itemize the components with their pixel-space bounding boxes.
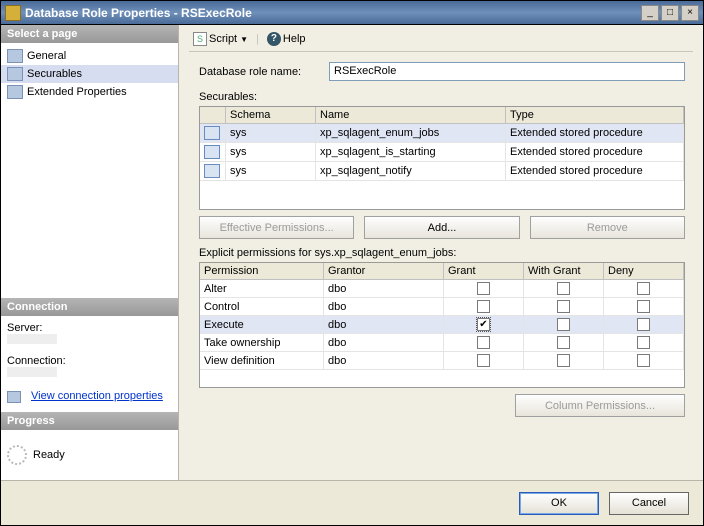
connection-header: Connection [1, 298, 178, 316]
grant-checkbox[interactable] [477, 318, 490, 331]
maximize-button[interactable]: □ [661, 5, 679, 21]
perm-row[interactable]: Control dbo [200, 298, 684, 316]
perm-row[interactable]: Alter dbo [200, 280, 684, 298]
page-icon [7, 49, 23, 63]
col-with-grant[interactable]: With Grant [524, 263, 604, 279]
sidebar-item-label: Securables [27, 68, 82, 80]
withgrant-checkbox[interactable] [557, 336, 570, 349]
sp-icon [204, 126, 220, 140]
role-name-field: RSExecRole [329, 62, 685, 81]
col-schema[interactable]: Schema [226, 107, 316, 123]
col-deny[interactable]: Deny [604, 263, 684, 279]
securable-row[interactable]: sys xp_sqlagent_enum_jobs Extended store… [200, 124, 684, 143]
server-value [7, 334, 57, 344]
chevron-down-icon: ▼ [240, 35, 248, 44]
cancel-button[interactable]: Cancel [609, 492, 689, 515]
permissions-grid[interactable]: Permission Grantor Grant With Grant Deny… [199, 262, 685, 388]
grant-checkbox[interactable] [477, 282, 490, 295]
role-name-label: Database role name: [199, 66, 329, 78]
connection-value [7, 367, 57, 377]
withgrant-checkbox[interactable] [557, 318, 570, 331]
col-grant[interactable]: Grant [444, 263, 524, 279]
close-button[interactable]: × [681, 5, 699, 21]
sidebar-item-securables[interactable]: Securables [1, 65, 178, 83]
sidebar-item-general[interactable]: General [1, 47, 178, 65]
perm-row[interactable]: View definition dbo [200, 352, 684, 370]
remove-button[interactable]: Remove [530, 216, 685, 239]
withgrant-checkbox[interactable] [557, 282, 570, 295]
deny-checkbox[interactable] [637, 336, 650, 349]
progress-status: Ready [33, 449, 65, 461]
grant-checkbox[interactable] [477, 336, 490, 349]
server-label: Server: [7, 322, 172, 334]
withgrant-checkbox[interactable] [557, 354, 570, 367]
securable-row[interactable]: sys xp_sqlagent_is_starting Extended sto… [200, 143, 684, 162]
content: Select a page General Securables Extende… [1, 25, 703, 480]
col-type[interactable]: Type [506, 107, 684, 123]
role-icon [5, 5, 21, 21]
connection-label: Connection: [7, 355, 172, 367]
grant-checkbox[interactable] [477, 300, 490, 313]
link-icon [7, 391, 21, 403]
progress-spinner-icon [7, 445, 27, 465]
column-permissions-button[interactable]: Column Permissions... [515, 394, 685, 417]
view-connection-properties-link[interactable]: View connection properties [31, 390, 163, 402]
script-button[interactable]: SScript▼ [189, 31, 252, 47]
deny-checkbox[interactable] [637, 318, 650, 331]
help-icon: ? [267, 32, 281, 46]
securables-grid[interactable]: Schema Name Type sys xp_sqlagent_enum_jo… [199, 106, 685, 210]
page-icon [7, 67, 23, 81]
col-permission[interactable]: Permission [200, 263, 324, 279]
footer: OK Cancel [1, 480, 703, 525]
securables-label: Securables: [199, 91, 693, 103]
sidebar-item-label: Extended Properties [27, 86, 127, 98]
securable-row[interactable]: sys xp_sqlagent_notify Extended stored p… [200, 162, 684, 181]
select-page-header: Select a page [1, 25, 178, 43]
sp-icon [204, 164, 220, 178]
add-button[interactable]: Add... [364, 216, 519, 239]
deny-checkbox[interactable] [637, 354, 650, 367]
sidebar-item-extended-properties[interactable]: Extended Properties [1, 83, 178, 101]
ok-button[interactable]: OK [519, 492, 599, 515]
titlebar: Database Role Properties - RSExecRole _ … [1, 1, 703, 25]
main-pane: SScript▼ | ?Help Database role name: RSE… [179, 25, 703, 480]
deny-checkbox[interactable] [637, 282, 650, 295]
sidebar-item-label: General [27, 50, 66, 62]
col-grantor[interactable]: Grantor [324, 263, 444, 279]
page-icon [7, 85, 23, 99]
sp-icon [204, 145, 220, 159]
explicit-permissions-label: Explicit permissions for sys.xp_sqlagent… [199, 247, 693, 259]
progress-header: Progress [1, 412, 178, 430]
script-icon: S [193, 32, 207, 46]
perm-row[interactable]: Take ownership dbo [200, 334, 684, 352]
sidebar: Select a page General Securables Extende… [1, 25, 179, 480]
col-name[interactable]: Name [316, 107, 506, 123]
effective-permissions-button[interactable]: Effective Permissions... [199, 216, 354, 239]
minimize-button[interactable]: _ [641, 5, 659, 21]
withgrant-checkbox[interactable] [557, 300, 570, 313]
help-button[interactable]: ?Help [263, 31, 310, 47]
grant-checkbox[interactable] [477, 354, 490, 367]
perm-row[interactable]: Execute dbo [200, 316, 684, 334]
deny-checkbox[interactable] [637, 300, 650, 313]
window-title: Database Role Properties - RSExecRole [25, 6, 639, 20]
